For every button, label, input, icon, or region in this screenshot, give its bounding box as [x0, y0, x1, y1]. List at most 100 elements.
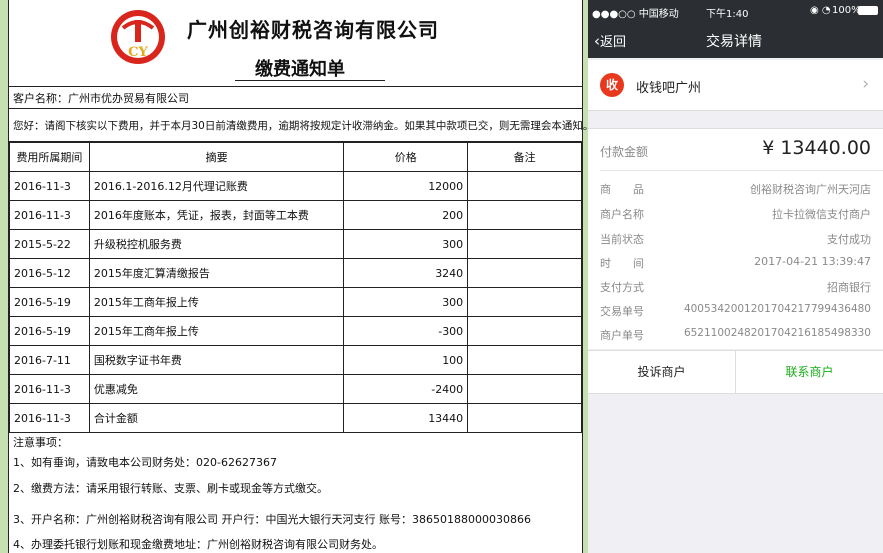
divider [600, 170, 883, 171]
row-note [467, 345, 582, 375]
detail-value: 2017-04-21 13:39:47 [754, 255, 871, 268]
invoice-header: CY 广州创裕财税咨询有限公司 缴费通知单 [9, 0, 582, 87]
row-date: 2016-5-19 [9, 287, 90, 317]
greeting-text: 您好：请阁下核实以下费用，并于本月30日前清缴费用，逾期将按规定计收滞纳金。如果… [13, 120, 594, 132]
row-date: 2016-11-3 [9, 403, 90, 433]
detail-label: 商 品 [600, 183, 644, 196]
company-logo-icon: CY [111, 10, 165, 64]
row-desc: 2015年度汇算清缴报告 [88, 258, 345, 288]
header-summary: 摘要 [88, 142, 345, 172]
table-row: 2016-5-12 2015年度汇算清缴报告 3240 [9, 258, 582, 288]
table-row: 2015-5-22 升级税控机服务费 300 [9, 229, 582, 259]
detail-label: 交易单号 [600, 305, 644, 318]
total-row: 2016-11-3 合计金额 13440 [9, 403, 582, 433]
detail-value: 6521100248201704216185498330 [683, 327, 871, 339]
fee-table: 费用所属期间 摘要 价格 备注 2016-11-3 2016.1-2016.12月… [9, 142, 582, 433]
row-date: 2016-7-11 [9, 345, 90, 375]
merchant-row[interactable]: 收 收钱吧广州 › [588, 60, 883, 111]
logo-letters: CY [128, 45, 148, 60]
detail-value: 支付成功 [827, 233, 871, 246]
row-note [467, 171, 582, 201]
chevron-right-icon: › [862, 74, 869, 94]
payment-receipt-screen: ●●●○○ 中国移动 下午1:40 ◉ ◔ 100% ‹返回 交易详情 收 收钱… [588, 0, 883, 553]
table-row: 2016-7-11 国税数字证书年费 100 [9, 345, 582, 375]
row-desc: 2015年工商年报上传 [88, 287, 345, 317]
row-date: 2016-11-3 [9, 200, 90, 230]
row-price: 200 [343, 200, 469, 230]
row-desc: 升级税控机服务费 [88, 229, 345, 259]
detail-value: 招商银行 [827, 281, 871, 294]
carrier-signal: ●●●○○ 中国移动 [592, 9, 679, 20]
header-price: 价格 [343, 142, 469, 172]
nav-title: 交易详情 [706, 34, 762, 50]
row-date: 2016-11-3 [9, 374, 90, 404]
detail-label: 当前状态 [600, 233, 644, 246]
alarm-icon: ◉ ◔ [810, 5, 831, 16]
row-date: 2015-5-22 [9, 229, 90, 259]
total-amount: 13440 [343, 403, 469, 433]
customer-row: 客户名称：广州市优办贸易有限公司 [9, 86, 582, 109]
detail-label: 时 间 [600, 257, 644, 270]
battery-icon [858, 6, 878, 15]
back-button[interactable]: ‹返回 [594, 31, 626, 50]
customer-name: 客户名称：广州市优办贸易有限公司 [13, 92, 189, 105]
row-note [467, 258, 582, 288]
row-date: 2016-5-12 [9, 258, 90, 288]
back-label: 返回 [600, 35, 627, 50]
row-price: -2400 [343, 374, 469, 404]
complain-merchant-button[interactable]: 投诉商户 [588, 351, 736, 393]
table-row: 2016-11-3 2016.1-2016.12月代理记账费 12000 [9, 171, 582, 201]
table-row: 2016-5-19 2015年工商年报上传 300 [9, 287, 582, 317]
detail-label: 商户名称 [600, 208, 644, 221]
header-remark: 备注 [467, 142, 582, 172]
status-time: 下午1:40 [706, 9, 749, 20]
row-note [467, 403, 582, 433]
document-title: 缴费通知单 [255, 59, 345, 80]
row-date: 2016-11-3 [9, 171, 90, 201]
row-price: 12000 [343, 171, 469, 201]
row-desc: 2015年工商年报上传 [88, 316, 345, 346]
row-desc: 合计金额 [88, 403, 345, 433]
transaction-details: 付款金额 ¥ 13440.00 商 品 创裕财税咨询广州天河店 商户名称 拉卡拉… [588, 128, 883, 349]
fee-table-header: 费用所属期间 摘要 价格 备注 [9, 142, 582, 172]
row-note [467, 374, 582, 404]
nav-bar: ‹返回 交易详情 [588, 22, 883, 58]
status-bar: ●●●○○ 中国移动 下午1:40 ◉ ◔ 100% [588, 0, 883, 22]
detail-value: 拉卡拉微信支付商户 [772, 208, 871, 221]
row-price: 300 [343, 229, 469, 259]
detail-value: 4005342001201704217799436480 [683, 303, 871, 315]
row-note [467, 287, 582, 317]
amount-value: ¥ 13440.00 [762, 137, 871, 159]
detail-label: 支付方式 [600, 281, 644, 294]
battery-percent: 100% [832, 5, 861, 16]
title-underline [235, 80, 385, 81]
row-note [467, 229, 582, 259]
note-item: 3、开户名称：广州创裕财税咨询有限公司 开户行：中国光大银行天河支行 账号：38… [13, 513, 531, 526]
row-price: 300 [343, 287, 469, 317]
merchant-name: 收钱吧广州 [636, 81, 702, 96]
merchant-logo-icon: 收 [600, 73, 624, 97]
row-date: 2016-5-19 [9, 316, 90, 346]
row-desc: 优惠减免 [88, 374, 345, 404]
note-item: 4、办理委托银行划账和现金缴费地址：广州创裕财税咨询有限公司财务处。 [13, 538, 383, 551]
payment-notice-document: CY 广州创裕财税咨询有限公司 缴费通知单 客户名称：广州市优办贸易有限公司 您… [8, 0, 593, 553]
note-item: 2、缴费方法：请采用银行转账、支票、刷卡或现金等方式缴交。 [13, 482, 328, 495]
detail-value: 创裕财税咨询广州天河店 [750, 183, 871, 196]
note-item: 1、如有垂询，请致电本公司财务处：020-62627367 [13, 456, 277, 469]
row-note [467, 316, 582, 346]
row-desc: 2016.1-2016.12月代理记账费 [88, 171, 345, 201]
company-name: 广州创裕财税咨询有限公司 [187, 18, 439, 42]
amount-label: 付款金额 [600, 145, 649, 159]
row-desc: 国税数字证书年费 [88, 345, 345, 375]
row-price: 3240 [343, 258, 469, 288]
action-bar: 投诉商户 联系商户 [588, 350, 883, 394]
table-row: 2016-11-3 优惠减免 -2400 [9, 374, 582, 404]
row-note [467, 200, 582, 230]
row-price: -300 [343, 316, 469, 346]
header-period: 费用所属期间 [9, 142, 90, 172]
contact-merchant-button[interactable]: 联系商户 [736, 351, 883, 393]
table-row: 2016-11-3 2016年度账本，凭证，报表，封面等工本费 200 [9, 200, 582, 230]
detail-label: 商户单号 [600, 329, 644, 342]
notes-title: 注意事项： [13, 436, 68, 449]
row-price: 100 [343, 345, 469, 375]
